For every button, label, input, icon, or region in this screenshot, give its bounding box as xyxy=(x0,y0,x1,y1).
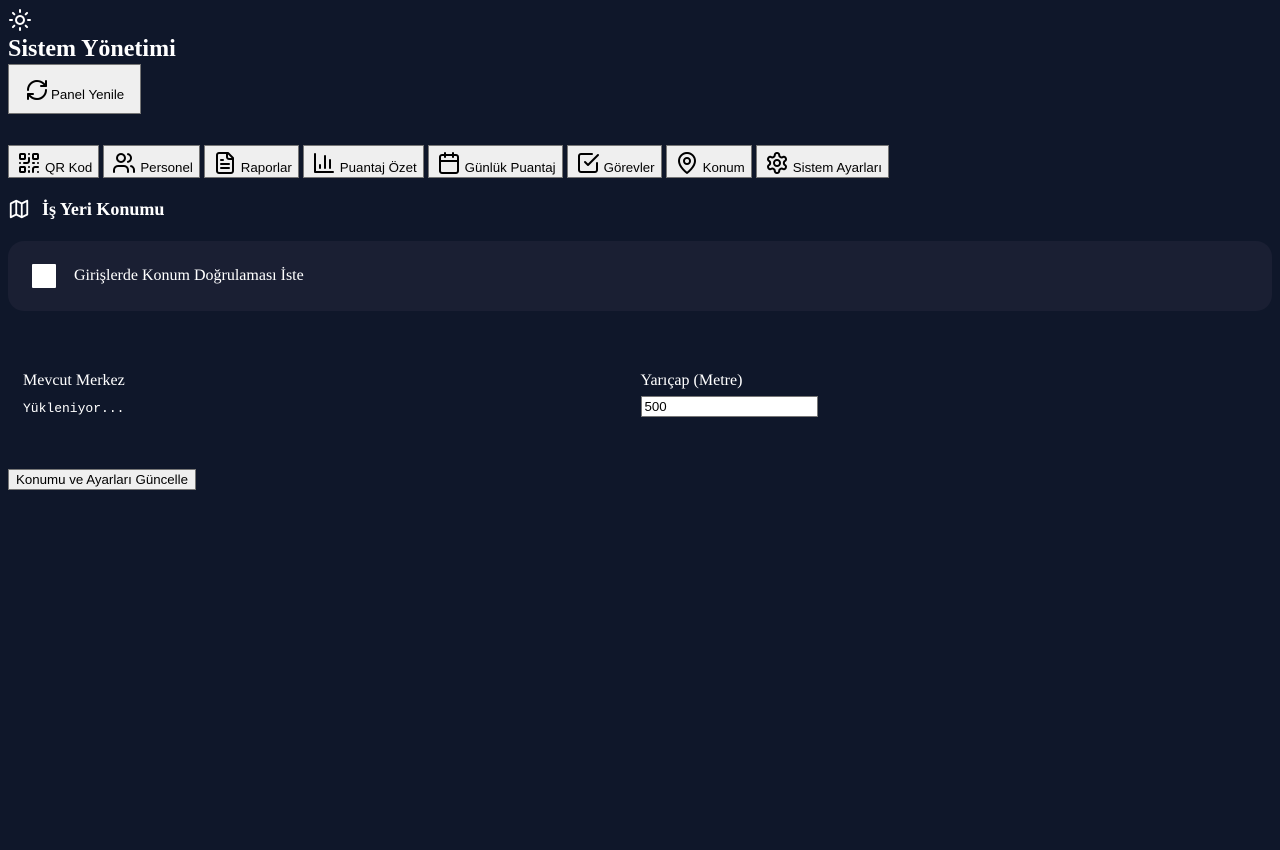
tab-qr-code-label: QR Kod xyxy=(45,160,93,175)
theme-toggle-button[interactable] xyxy=(8,8,32,32)
radius-input[interactable] xyxy=(640,396,818,417)
tab-system-settings-label: Sistem Ayarları xyxy=(792,160,882,175)
current-center-group: Mevcut Merkez Yükleniyor... xyxy=(23,371,648,417)
radius-group: Yarıçap (Metre) xyxy=(640,371,1273,417)
map-icon xyxy=(9,199,29,219)
section-title: İş Yeri Konumu xyxy=(42,198,165,219)
location-verification-label: Girişlerde Konum Doğrulaması İste xyxy=(74,267,304,284)
tab-personnel-label: Personel xyxy=(140,160,193,175)
radius-label: Yarıçap (Metre) xyxy=(640,372,743,389)
tab-reports-label: Raporlar xyxy=(240,160,292,175)
section-header: İş Yeri Konumu xyxy=(8,198,1272,220)
tab-tasks[interactable]: Görevler xyxy=(566,145,662,178)
current-center-label: Mevcut Merkez xyxy=(23,372,125,389)
refresh-panel-button[interactable]: Panel Yenile xyxy=(8,64,142,114)
location-verification-card: Girişlerde Konum Doğrulaması İste xyxy=(8,241,1272,311)
tab-qr-code[interactable]: QR Kod xyxy=(8,145,100,178)
tab-personnel[interactable]: Personel xyxy=(103,145,200,178)
settings-icon xyxy=(766,152,787,174)
refresh-icon xyxy=(27,80,47,100)
tab-daily-attendance[interactable]: Günlük Puantaj xyxy=(427,145,563,178)
bar-chart-icon xyxy=(313,153,334,173)
page-title: Sistem Yönetimi xyxy=(8,36,176,62)
update-location-button[interactable]: Konumu ve Ayarları Güncelle xyxy=(8,469,196,490)
file-text-icon xyxy=(215,152,234,174)
refresh-panel-label: Panel Yenile xyxy=(51,87,125,102)
tab-reports[interactable]: Raporlar xyxy=(203,145,299,178)
users-icon xyxy=(113,153,136,173)
tab-location-label: Konum xyxy=(702,160,745,175)
calendar-icon xyxy=(438,152,459,174)
tab-attendance-summary-label: Puantaj Özet xyxy=(339,160,417,175)
tab-attendance-summary[interactable]: Puantaj Özet xyxy=(302,145,424,178)
check-square-icon xyxy=(577,153,599,173)
tab-location[interactable]: Konum xyxy=(665,145,752,178)
tab-tasks-label: Görevler xyxy=(603,160,655,175)
location-verification-toggle[interactable]: Girişlerde Konum Doğrulaması İste xyxy=(32,264,304,288)
qr-code-icon xyxy=(19,153,39,174)
map-pin-icon xyxy=(677,152,696,174)
sun-icon xyxy=(9,9,31,31)
tab-daily-attendance-label: Günlük Puantaj xyxy=(464,160,556,175)
nav-tabs: QR Kod Personel Raporlar Puantaj Özet Gü… xyxy=(8,145,1272,178)
current-center-value: Yükleniyor... xyxy=(23,401,125,416)
tab-system-settings[interactable]: Sistem Ayarları xyxy=(755,145,889,178)
location-fields: Mevcut Merkez Yükleniyor... Yarıçap (Met… xyxy=(8,371,1272,417)
location-verification-checkbox[interactable] xyxy=(32,264,56,288)
